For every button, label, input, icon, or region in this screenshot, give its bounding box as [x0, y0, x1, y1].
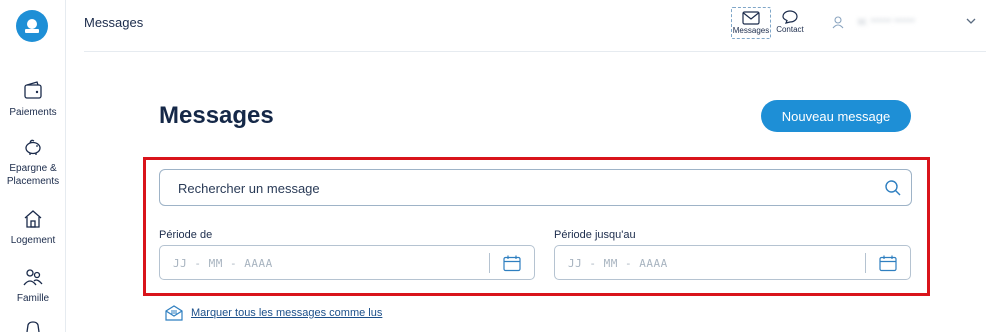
- sidebar-item-label: Epargne &: [9, 163, 57, 174]
- logo-icon: [25, 19, 39, 33]
- search-input[interactable]: Rechercher un message: [159, 169, 912, 206]
- wallet-icon: [24, 81, 42, 99]
- sidebar-item-label: Logement: [10, 235, 56, 246]
- car-icon[interactable]: [24, 321, 42, 332]
- bank-logo[interactable]: [16, 10, 48, 42]
- chat-bubble-icon: [782, 10, 798, 24]
- header-messages-label: Messages: [732, 26, 770, 35]
- breadcrumb: Messages: [84, 15, 144, 30]
- family-icon: [23, 269, 43, 286]
- calendar-icon[interactable]: [879, 255, 897, 272]
- sidebar-item-paiements[interactable]: Paiements: [0, 80, 66, 119]
- new-message-button[interactable]: Nouveau message: [761, 100, 911, 132]
- sidebar-item-label: Paiements: [9, 107, 57, 118]
- sidebar-item-famille[interactable]: Famille: [0, 266, 66, 305]
- calendar-icon[interactable]: [503, 255, 521, 272]
- date-placeholder: JJ - MM - AAAA: [568, 257, 668, 270]
- mark-all-read-link[interactable]: Marquer tous les messages comme lus: [191, 307, 382, 319]
- sidebar-item-logement[interactable]: Logement: [0, 208, 66, 247]
- sidebar: Paiements Epargne & Placements Logement …: [0, 0, 66, 332]
- date-placeholder: JJ - MM - AAAA: [173, 257, 273, 270]
- date-divider: [489, 253, 490, 273]
- page-title: Messages: [159, 102, 274, 129]
- envelope-icon: [742, 11, 760, 25]
- period-from-field[interactable]: JJ - MM - AAAA: [159, 245, 535, 280]
- user-icon[interactable]: [832, 16, 844, 29]
- header-contact-label: Contact: [776, 25, 804, 34]
- user-name[interactable]: M. ****** ******: [858, 17, 915, 27]
- mark-all-read[interactable]: Marquer tous les messages comme lus: [165, 305, 382, 321]
- piggy-bank-icon: [25, 139, 41, 155]
- search-icon[interactable]: [884, 179, 902, 197]
- date-divider: [865, 253, 866, 273]
- header-divider: [84, 51, 986, 52]
- house-icon: [24, 210, 42, 228]
- chevron-down-icon[interactable]: [966, 18, 976, 25]
- open-envelope-icon: [165, 305, 183, 321]
- period-to-label: Période jusqu'au: [554, 229, 636, 241]
- period-from-label: Période de: [159, 229, 213, 241]
- period-to-field[interactable]: JJ - MM - AAAA: [554, 245, 911, 280]
- sidebar-item-label-line2: Placements: [6, 176, 60, 187]
- header-contact-button[interactable]: Contact: [773, 7, 807, 39]
- search-placeholder: Rechercher un message: [178, 181, 320, 196]
- sidebar-item-epargne[interactable]: Epargne & Placements: [0, 136, 66, 188]
- sidebar-item-label: Famille: [16, 293, 50, 304]
- header-messages-button[interactable]: Messages: [731, 7, 771, 39]
